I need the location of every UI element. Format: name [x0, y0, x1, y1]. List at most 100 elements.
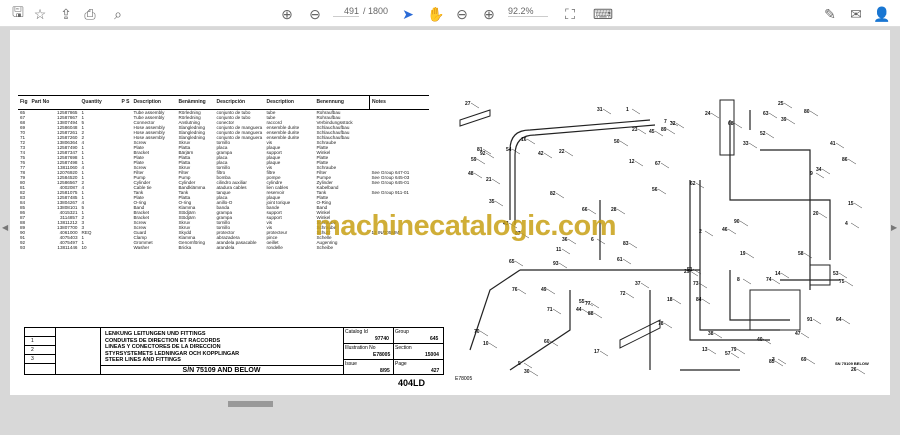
leader-line: [616, 208, 626, 215]
callout-label: 20: [813, 211, 819, 217]
col-sv: Benämning: [176, 95, 215, 110]
leader-line: [727, 228, 737, 235]
callout-label: 89: [661, 127, 667, 133]
leader-line: [739, 220, 749, 227]
leader-line: [818, 212, 828, 219]
callout-label: 23: [632, 127, 638, 133]
upload-icon[interactable]: ⇪: [56, 4, 76, 24]
leader-line: [637, 128, 647, 135]
section-label: Section: [395, 345, 412, 351]
callout-label: 24: [705, 111, 711, 117]
serial-range: S/N 75109 AND BELOW: [100, 365, 343, 375]
callout-label: 9: [810, 171, 813, 177]
serial-note: SN 75109 BELOW: [835, 361, 869, 366]
save-icon[interactable]: 🖫: [8, 4, 28, 24]
callout-label: 65: [509, 259, 515, 265]
leader-line: [733, 122, 743, 129]
leader-line: [470, 102, 480, 109]
leader-line: [713, 332, 723, 339]
issue-value: 8/95: [380, 368, 390, 374]
callout-label: 41: [830, 141, 836, 147]
sign-icon[interactable]: ✎: [820, 4, 840, 24]
leader-line: [660, 162, 670, 169]
leader-line: [663, 322, 673, 329]
hand-icon[interactable]: ✋: [426, 4, 446, 24]
leader-line: [800, 332, 810, 339]
leader-line: [730, 352, 740, 359]
callout-label: 32: [670, 121, 676, 127]
callout-label: 88: [588, 311, 594, 317]
leader-line: [523, 362, 533, 369]
bookmark-star-icon[interactable]: ☆: [30, 4, 50, 24]
callout-label: 12: [629, 159, 635, 165]
leader-line: [710, 112, 720, 119]
page-up-icon[interactable]: ⊕: [277, 4, 297, 24]
select-cursor-icon[interactable]: ➤: [398, 4, 418, 24]
illustration-label: Illustration No: [345, 345, 376, 351]
search-icon[interactable]: ⌕: [108, 4, 128, 24]
hose-line: [509, 290, 571, 371]
callout-label: 30: [524, 369, 530, 375]
callout-label: 73: [693, 281, 699, 287]
callout-label: 80: [804, 109, 810, 115]
page-down-icon[interactable]: ⊖: [305, 4, 325, 24]
callout-label: 56: [652, 187, 658, 193]
document-viewer[interactable]: ◀ ▶ Fig Part No Quantity P S Description…: [0, 27, 900, 435]
print-icon[interactable]: ⎙: [80, 4, 100, 24]
leader-line: [745, 252, 755, 259]
mail-icon[interactable]: ✉: [846, 4, 866, 24]
model-label: 404LD: [398, 378, 426, 388]
illustration-ref: E78005: [455, 376, 472, 382]
leader-line: [628, 242, 638, 249]
callout-label: 59: [471, 157, 477, 163]
leader-line: [850, 222, 860, 229]
rev-2: 2: [25, 346, 55, 355]
leader-line: [844, 280, 854, 287]
callout-label: 34: [816, 167, 822, 173]
page-number-input[interactable]: 491: [333, 6, 359, 17]
callout-label: 50: [614, 139, 620, 145]
callout-label: 64: [836, 317, 842, 323]
callout-label: 92: [480, 151, 486, 157]
leader-line: [640, 282, 650, 289]
callout-label: 31: [597, 107, 603, 113]
previous-page-arrow-icon[interactable]: ◀: [2, 223, 8, 232]
callout-label: 91: [807, 317, 813, 323]
callout-label: 10: [483, 341, 489, 347]
cylinder-shape: [619, 319, 661, 349]
add-user-icon[interactable]: 👤: [872, 4, 892, 24]
zoom-select[interactable]: 92.2%: [508, 6, 548, 17]
page-value: 427: [431, 368, 440, 374]
catalog-id: 97740: [375, 336, 389, 342]
callout-label: 13: [702, 347, 708, 353]
cell: 13811446: [57, 245, 78, 250]
zoom-in-icon[interactable]: ⊕: [479, 4, 499, 24]
leader-line: [765, 132, 775, 139]
callout-label: 40: [757, 337, 763, 343]
col-notes: Notes: [368, 95, 430, 110]
leader-line: [748, 142, 758, 149]
callout-label: 83: [623, 241, 629, 247]
read-mode-icon[interactable]: ⌨: [593, 4, 613, 24]
callout-label: 46: [722, 227, 728, 233]
fit-page-icon[interactable]: ⛶: [560, 4, 580, 24]
leader-line: [631, 108, 641, 115]
callout-label: 86: [842, 157, 848, 163]
cylinder-shape: [459, 109, 491, 127]
leader-line: [672, 298, 682, 305]
leader-line: [704, 230, 714, 237]
callout-label: 76: [512, 287, 518, 293]
leader-line: [488, 342, 498, 349]
zoom-out-icon[interactable]: ⊖: [452, 4, 472, 24]
callout-label: 18: [667, 297, 673, 303]
leader-line: [514, 260, 524, 267]
callout-label: 14: [775, 271, 781, 277]
callout-label: 74: [766, 277, 772, 283]
leader-line: [736, 348, 746, 355]
hose-line: [760, 149, 811, 290]
callout-label: 25: [778, 101, 784, 107]
title-en: STEER LINES AND FITTINGS: [105, 357, 181, 363]
next-page-arrow-icon[interactable]: ▶: [891, 223, 897, 232]
callout-label: 61: [617, 257, 623, 263]
leader-line: [543, 152, 553, 159]
